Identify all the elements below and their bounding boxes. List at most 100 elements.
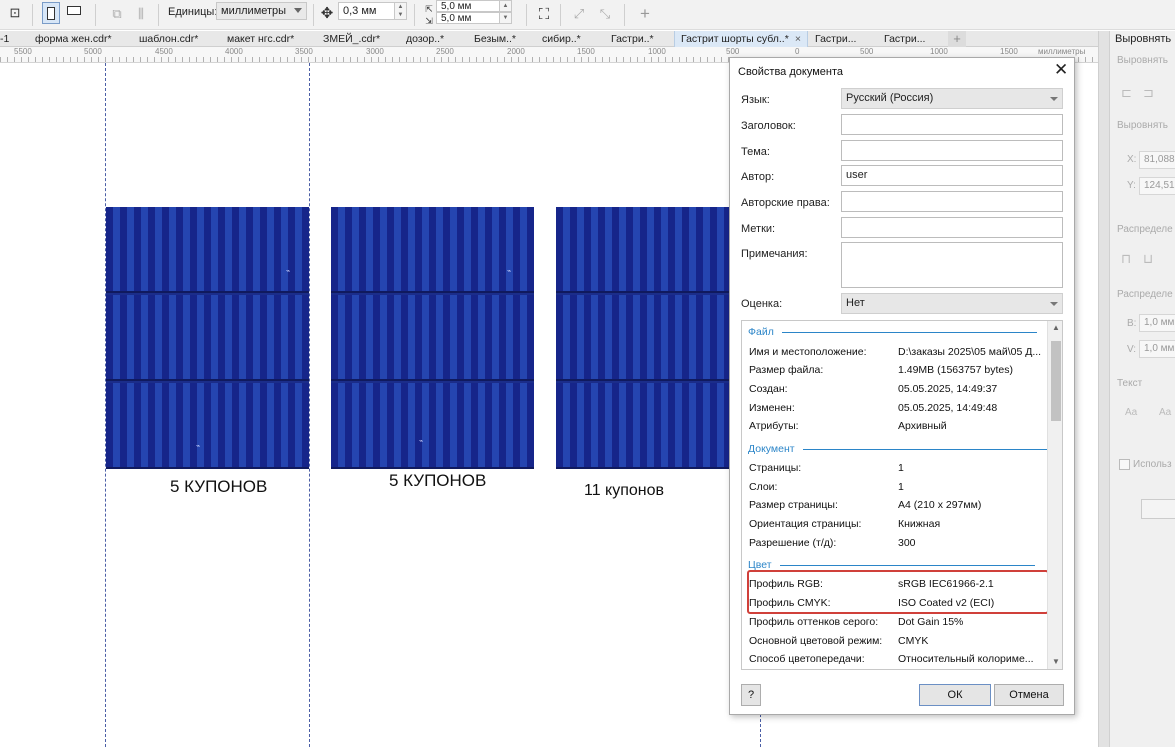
snap-icon[interactable]: ⊡: [6, 4, 24, 22]
ruler-tick: 5500: [14, 47, 32, 56]
ruler-tick: 1500: [1000, 47, 1018, 56]
apply-button[interactable]: [1141, 499, 1175, 519]
author-label: Автор:: [741, 171, 775, 183]
language-select[interactable]: Русский (Россия): [841, 88, 1063, 109]
ruler-tick: 3500: [295, 47, 313, 56]
document-info-panel: Файл Имя и местоположение: D:\заказы 202…: [741, 320, 1063, 670]
author-input[interactable]: user: [841, 165, 1063, 186]
nudge-spinner[interactable]: ▲ ▼: [395, 2, 407, 20]
b-field[interactable]: 1,0 мм: [1139, 314, 1175, 332]
doc-tab[interactable]: Гастри..*: [611, 31, 654, 47]
doc-tab[interactable]: Гастри...: [815, 31, 856, 47]
text-align-icon[interactable]: Aa: [1159, 407, 1171, 418]
units-label: Единицы:: [168, 6, 218, 18]
doc-tab[interactable]: Гастри...: [884, 31, 925, 47]
coupon-caption[interactable]: 11 купонов: [584, 482, 664, 500]
doc-tab[interactable]: сибир..*: [542, 31, 581, 47]
ruler-tick: 1000: [930, 47, 948, 56]
dup-y-spinner[interactable]: ▼: [500, 12, 512, 24]
doc-tab-active[interactable]: Гастрит шорты субл..* ×: [674, 31, 808, 47]
title-input[interactable]: [841, 114, 1063, 135]
v-label: V:: [1127, 344, 1137, 355]
close-icon[interactable]: ✕: [1054, 60, 1068, 80]
info-value: Книжная: [898, 518, 941, 530]
scroll-thumb[interactable]: [1051, 341, 1061, 421]
portrait-icon: [47, 6, 55, 20]
docker-title[interactable]: Выровнять: [1115, 33, 1171, 45]
docker-scrollbar[interactable]: [1099, 31, 1110, 747]
logo-mark-icon: ⌁: [507, 268, 512, 275]
ruler-tick: 4500: [155, 47, 173, 56]
coupon-artwork[interactable]: ⌁ ⌁: [331, 207, 534, 469]
doc-tab[interactable]: -1: [0, 31, 9, 47]
logo-mark-icon: ⌁: [286, 268, 291, 275]
all-pages-icon[interactable]: ⧉: [108, 5, 126, 23]
y-label: Y:: [1127, 180, 1136, 191]
current-page-icon[interactable]: ⫼: [132, 5, 150, 23]
doc-tab[interactable]: форма жен.cdr*: [35, 31, 112, 47]
guideline[interactable]: [309, 63, 310, 747]
text-align-icon[interactable]: Aa: [1125, 407, 1137, 418]
landscape-icon: [67, 6, 81, 15]
keywords-input[interactable]: [841, 217, 1063, 238]
info-key: Изменен:: [749, 402, 795, 414]
logo-mark-icon: ⌁: [196, 443, 201, 450]
notes-textarea[interactable]: [841, 242, 1063, 288]
color-profile-highlight: [747, 570, 1049, 614]
scroll-down-icon[interactable]: ▼: [1052, 657, 1060, 666]
landscape-button[interactable]: [67, 6, 81, 15]
add-icon[interactable]: +: [636, 4, 654, 23]
copyright-input[interactable]: [841, 191, 1063, 212]
dup-y-input[interactable]: 5,0 мм: [436, 12, 500, 24]
dup-x-input[interactable]: 5,0 мм: [436, 0, 500, 12]
distribute-icon[interactable]: ⊔: [1143, 251, 1153, 267]
section-file: Файл: [748, 326, 1037, 338]
info-key: Атрибуты:: [749, 420, 799, 432]
rating-select[interactable]: Нет: [841, 293, 1063, 314]
treat-as-filled-icon[interactable]: ⤢: [570, 5, 588, 23]
use-label: Использ: [1133, 459, 1172, 470]
info-value: 1: [898, 481, 904, 493]
coupon-artwork[interactable]: ⌁ ⌁: [106, 207, 309, 469]
portrait-button[interactable]: [42, 2, 60, 24]
doc-tab[interactable]: Безым..*: [474, 31, 516, 47]
new-tab-icon[interactable]: +: [948, 31, 966, 47]
rating-value: Нет: [846, 297, 865, 309]
ruler-tick: 2000: [507, 47, 525, 56]
distribute-icon[interactable]: ⊓: [1121, 251, 1131, 267]
document-tabs: -1 форма жен.cdr* шаблон.cdr* макет нгс.…: [0, 31, 1108, 47]
coupon-caption[interactable]: 5 КУПОНОВ: [170, 477, 267, 497]
info-value: Относительный колориме...: [898, 653, 1034, 665]
coupon-artwork[interactable]: [556, 207, 730, 469]
help-button[interactable]: ?: [741, 684, 761, 706]
page-frame-icon[interactable]: ⛶: [535, 5, 553, 23]
y-field[interactable]: 124,51: [1139, 177, 1175, 195]
transform-icon[interactable]: ⤡: [596, 5, 614, 23]
dup-x-spinner[interactable]: ▲: [500, 0, 512, 12]
ok-button[interactable]: ОК: [919, 684, 991, 706]
use-checkbox[interactable]: [1119, 459, 1130, 470]
v-field[interactable]: 1,0 мм: [1139, 340, 1175, 358]
info-value: D:\заказы 2025\05 май\05 Д...: [898, 346, 1042, 358]
x-field[interactable]: 81,088: [1139, 151, 1175, 169]
ruler-tick: 1500: [577, 47, 595, 56]
subject-input[interactable]: [841, 140, 1063, 161]
coupon-caption[interactable]: 5 КУПОНОВ: [389, 471, 486, 491]
scroll-up-icon[interactable]: ▲: [1052, 323, 1060, 332]
doc-tab[interactable]: дозор..*: [406, 31, 444, 47]
nudge-icon: ✥: [320, 5, 334, 22]
align-center-icon[interactable]: ⊐: [1143, 85, 1154, 101]
close-tab-icon[interactable]: ×: [795, 31, 801, 47]
cancel-button[interactable]: Отмена: [994, 684, 1064, 706]
align-left-icon[interactable]: ⊏: [1121, 85, 1132, 101]
info-scrollbar[interactable]: ▲ ▼: [1047, 321, 1062, 669]
units-select[interactable]: миллиметры: [216, 2, 307, 20]
ruler-tick: 4000: [225, 47, 243, 56]
nudge-input[interactable]: 0,3 мм: [338, 2, 395, 20]
info-value: 1: [898, 462, 904, 474]
doc-tab[interactable]: макет нгс.cdr*: [227, 31, 294, 47]
doc-tab[interactable]: шаблон.cdr*: [139, 31, 198, 47]
doc-tab[interactable]: ЗМЕЙ_.cdr*: [323, 31, 380, 47]
property-bar: ⊡ ⧉ ⫼ Единицы: миллиметры ✥ 0,3 мм ▲ ▼ ⇱ …: [0, 0, 1175, 30]
info-key: Страницы:: [749, 462, 802, 474]
